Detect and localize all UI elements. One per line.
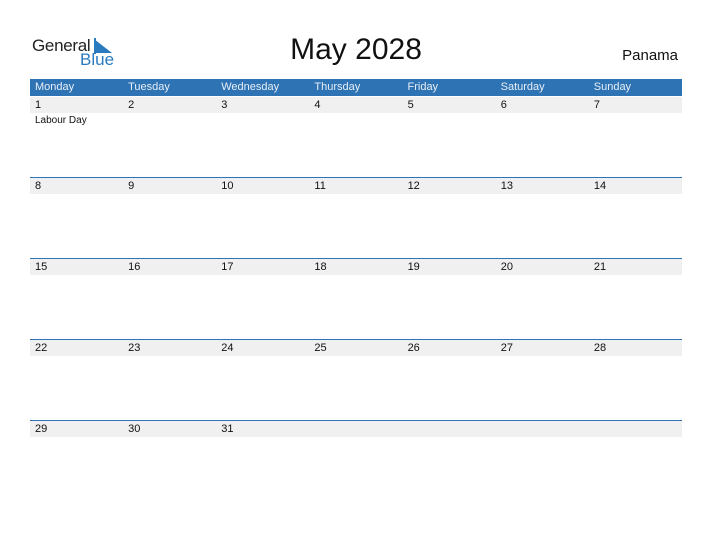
day-number: 29 <box>35 423 48 435</box>
day-cell: 20 <box>496 259 589 340</box>
day-cell: 11 <box>309 178 402 259</box>
day-cell <box>403 421 496 502</box>
week-row: 22 23 24 25 26 27 28 <box>30 339 682 421</box>
day-cell <box>496 421 589 502</box>
day-number: 23 <box>128 342 141 354</box>
week-row: 29 30 31 <box>30 420 682 502</box>
day-number: 21 <box>593 261 607 273</box>
day-number: 30 <box>128 423 141 435</box>
day-cell: 15 <box>30 259 123 340</box>
day-cell: 2 <box>123 97 216 178</box>
day-number: 17 <box>221 261 234 273</box>
day-number: 12 <box>407 180 420 192</box>
day-cell: 14 <box>589 178 682 259</box>
weekday-monday: Monday <box>35 81 75 93</box>
day-cell: 30 <box>123 421 216 502</box>
weekday-wednesday: Wednesday <box>221 81 280 93</box>
day-cell: 9 <box>123 178 216 259</box>
day-cell: 8 <box>30 178 123 259</box>
calendar-title: May 2028 <box>290 33 422 66</box>
day-number: 10 <box>221 180 234 192</box>
day-cell: 18 <box>309 259 402 340</box>
day-cell: 23 <box>123 340 216 421</box>
day-cell: 24 <box>216 340 309 421</box>
day-number: 7 <box>593 99 600 111</box>
day-number: 3 <box>221 99 228 111</box>
day-cell: 3 <box>216 97 309 178</box>
day-cell: 31 <box>216 421 309 502</box>
holiday-label: Labour Day <box>35 115 87 126</box>
day-cell: 1 Labour Day <box>30 97 123 178</box>
weekday-thursday: Thursday <box>314 81 361 93</box>
weekday-header: Monday Tuesday Wednesday Thursday Friday Satu… <box>30 79 682 96</box>
day-cell: 28 <box>589 340 682 421</box>
day-number: 15 <box>35 261 48 273</box>
day-cell: 21 <box>589 259 682 340</box>
day-cell: 19 <box>403 259 496 340</box>
day-number: 11 <box>314 180 326 192</box>
day-cell: 13 <box>496 178 589 259</box>
day-number: 13 <box>500 180 513 192</box>
day-cell: 29 <box>30 421 123 502</box>
day-number: 22 <box>35 342 48 354</box>
day-number: 5 <box>407 99 414 111</box>
day-cell: 7 <box>589 97 682 178</box>
day-cell: 10 <box>216 178 309 259</box>
weekday-friday: Friday <box>407 81 439 93</box>
day-cell: 25 <box>309 340 402 421</box>
day-number: 20 <box>500 261 513 273</box>
day-number: 1 <box>35 99 42 111</box>
day-cell: 4 <box>309 97 402 178</box>
day-number: 19 <box>407 261 420 273</box>
day-cell <box>309 421 402 502</box>
day-cell: 17 <box>216 259 309 340</box>
day-number: 6 <box>500 99 507 111</box>
day-number: 16 <box>128 261 141 273</box>
day-cell: 27 <box>496 340 589 421</box>
week-row: 15 16 17 18 19 20 21 <box>30 258 682 340</box>
day-cell: 12 <box>403 178 496 259</box>
day-number: 26 <box>407 342 420 354</box>
day-cell: 6 <box>496 97 589 178</box>
day-number: 18 <box>314 261 327 273</box>
day-cell: 16 <box>123 259 216 340</box>
day-number: 2 <box>128 99 135 111</box>
day-number: 4 <box>314 99 321 111</box>
day-cell <box>589 421 682 502</box>
week-row: 8 9 10 11 12 13 14 <box>30 177 682 259</box>
day-cell: 5 <box>403 97 496 178</box>
day-number: 9 <box>128 180 135 192</box>
day-number: 31 <box>221 423 234 435</box>
week-row: 1 Labour Day 2 3 4 5 6 7 <box>30 97 682 178</box>
day-cell: 22 <box>30 340 123 421</box>
weekday-sunday: Sunday <box>593 81 632 93</box>
day-number: 24 <box>221 342 234 354</box>
weekday-tuesday: Tuesday <box>128 81 170 93</box>
day-number: 27 <box>500 342 513 354</box>
day-number: 25 <box>314 342 327 354</box>
day-cell: 26 <box>403 340 496 421</box>
day-number: 28 <box>593 342 607 354</box>
weekday-saturday: Saturday <box>500 81 545 93</box>
day-number: 8 <box>35 180 42 192</box>
day-number: 14 <box>593 180 607 192</box>
country-label: Panama <box>622 47 678 64</box>
